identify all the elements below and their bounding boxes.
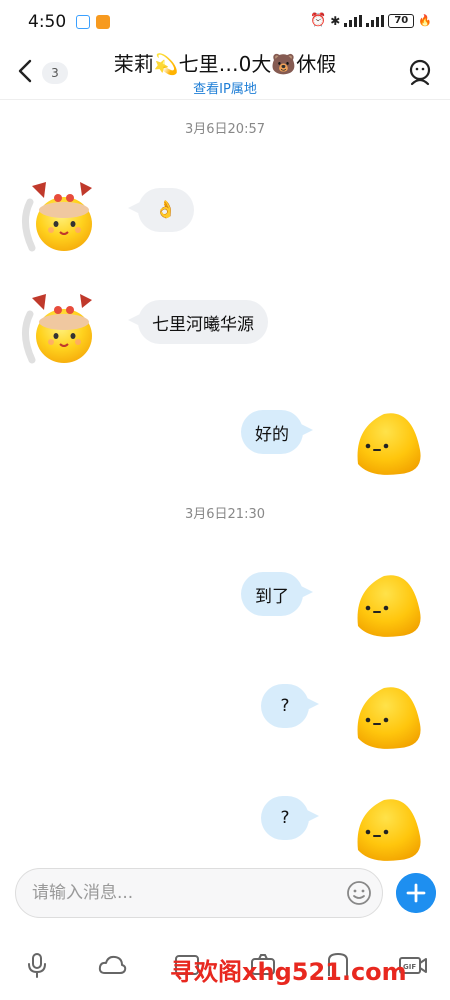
mic-icon[interactable] bbox=[22, 950, 52, 980]
my-avatar[interactable] bbox=[350, 406, 426, 482]
chat-title: 茉莉💫七里…0大🐻休假 bbox=[113, 52, 337, 76]
message-text: ? bbox=[280, 808, 290, 828]
outgoing-message-bubble[interactable]: 好的 bbox=[241, 410, 313, 454]
message-input-bar bbox=[15, 868, 383, 918]
outgoing-message-bubble[interactable]: ? bbox=[261, 684, 319, 728]
battery-icon: 70 bbox=[388, 13, 415, 28]
bottom-toolbar: GIF 寻欢阁xhg521.com bbox=[0, 940, 450, 990]
contact-avatar[interactable] bbox=[18, 284, 98, 364]
video-app-icon bbox=[96, 15, 110, 29]
signal-icon bbox=[344, 14, 363, 27]
outgoing-message-bubble[interactable]: ? bbox=[261, 796, 319, 840]
chat-header: 3 茉莉💫七里…0大🐻休假 查看IP属地 bbox=[0, 44, 450, 100]
emoji-icon[interactable] bbox=[346, 880, 372, 906]
my-avatar[interactable] bbox=[350, 680, 426, 756]
time-divider: 3月6日20:57 bbox=[184, 122, 265, 137]
message-text: 七里河曦华源 bbox=[152, 314, 254, 335]
outgoing-message-bubble[interactable]: 到了 bbox=[241, 572, 313, 616]
incoming-message-bubble[interactable]: 👌 bbox=[128, 188, 194, 232]
watermark: 寻欢阁xhg521.com bbox=[170, 958, 407, 986]
charging-icon: 🔥 bbox=[418, 14, 432, 27]
alarm-icon: ⏰ bbox=[310, 13, 327, 28]
message-input[interactable] bbox=[32, 869, 332, 917]
message-text: 👌 bbox=[155, 200, 177, 220]
status-bar: 4:50 ⏰ ✱ 70 🔥 bbox=[0, 0, 450, 44]
incoming-message-bubble[interactable]: 七里河曦华源 bbox=[128, 300, 268, 344]
view-ip-location-link[interactable]: 查看IP属地 bbox=[80, 78, 370, 97]
contact-avatar[interactable] bbox=[18, 172, 98, 252]
back-arrow-icon[interactable] bbox=[14, 58, 38, 84]
time-divider: 3月6日21:30 bbox=[184, 507, 265, 522]
message-text: ? bbox=[280, 696, 290, 716]
my-avatar[interactable] bbox=[350, 568, 426, 644]
status-right: ⏰ ✱ 70 🔥 bbox=[310, 13, 432, 28]
message-text: 好的 bbox=[255, 424, 289, 445]
signal-icon-2 bbox=[366, 14, 385, 27]
message-text: 到了 bbox=[255, 586, 289, 607]
my-avatar[interactable] bbox=[350, 792, 426, 868]
status-time: 4:50 bbox=[28, 12, 67, 32]
profile-icon[interactable] bbox=[406, 58, 434, 86]
bluetooth-icon: ✱ bbox=[330, 13, 341, 28]
notification-app-icon bbox=[76, 15, 90, 29]
cloud-icon[interactable] bbox=[97, 950, 127, 980]
unread-count-badge[interactable]: 3 bbox=[42, 62, 68, 84]
plus-icon[interactable] bbox=[396, 873, 436, 913]
